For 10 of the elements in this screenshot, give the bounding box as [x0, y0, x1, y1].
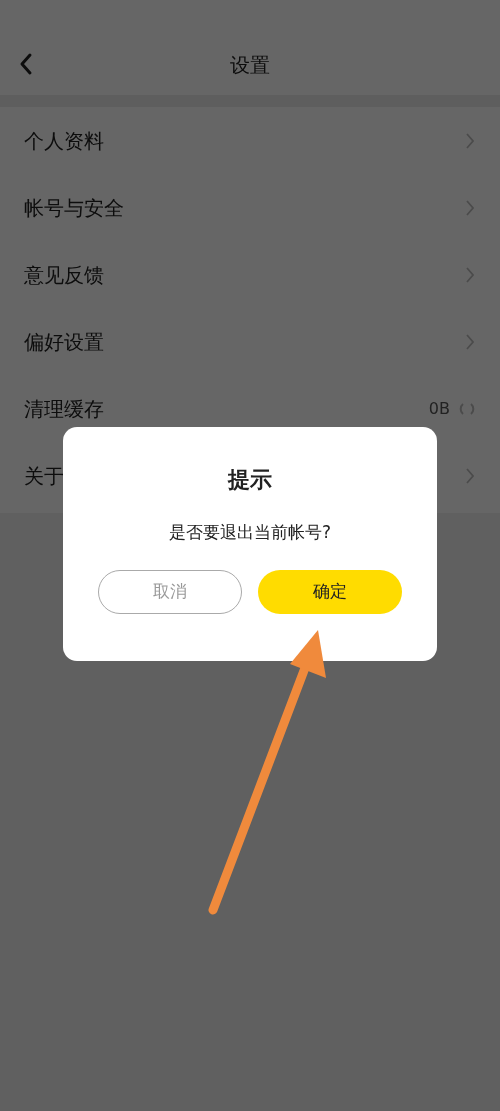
- item-label: 意见反馈: [24, 261, 104, 289]
- page-title: 设置: [230, 51, 270, 79]
- item-label: 清理缓存: [24, 395, 104, 423]
- item-label: 关于: [24, 462, 64, 490]
- item-label: 偏好设置: [24, 328, 104, 356]
- item-label: 个人资料: [24, 127, 104, 155]
- dialog-title: 提示: [228, 466, 272, 494]
- dialog-message: 是否要退出当前帐号?: [169, 521, 331, 544]
- cache-size: 0B: [428, 397, 450, 420]
- item-label: 帐号与安全: [24, 194, 124, 222]
